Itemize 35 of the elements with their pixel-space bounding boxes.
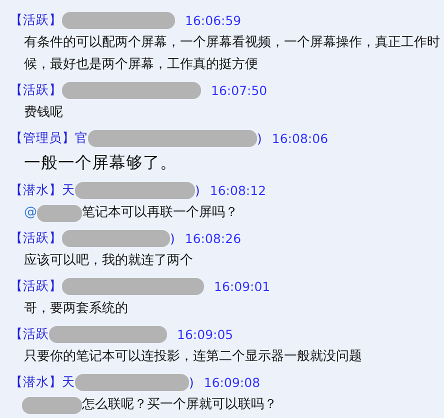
message-text: 费钱呢 [24, 104, 63, 122]
sender-name: 官 [75, 130, 88, 146]
message-text: 只要你的笔记本可以连投影，连第二个显示器一般就没问题 [24, 348, 362, 366]
message-text: 一般一个屏幕够了。 [24, 152, 177, 174]
message-time: 16:08:06 [272, 130, 328, 146]
name-suffix: ) [189, 374, 194, 390]
message-time: 16:09:05 [177, 326, 234, 342]
message-time: 16:08:26 [184, 230, 242, 246]
member-level-label: 【活跃】 [10, 12, 62, 28]
name-suffix: ) [170, 230, 175, 246]
message-time: 16:09:01 [214, 278, 270, 294]
message-time: 16:08:12 [210, 182, 266, 198]
message-text: 怎么联呢？买一个屏就可以联吗？ [82, 396, 277, 414]
member-level-label: 【活跃】 [10, 82, 62, 98]
member-level-label: 【管理员】 [10, 130, 75, 146]
message-time: 16:09:08 [204, 374, 260, 390]
message-time: 16:06:59 [185, 12, 242, 28]
sender-name: 天 [62, 182, 75, 198]
message-text: 哥，要两套系统的 [24, 300, 128, 318]
member-level-label: 【潜水】 [10, 182, 62, 198]
sender-name: 天 [62, 374, 75, 390]
mention-sign: @ [24, 204, 38, 222]
redacted-mention [37, 204, 82, 222]
name-suffix: ) [257, 130, 262, 146]
member-level-label: 【潜水】 [10, 374, 62, 390]
member-level-label: 【活跃】 [10, 278, 62, 294]
member-level-label: 【活跃 [10, 326, 49, 342]
message-time: 16:07:50 [211, 82, 268, 98]
message-text: 应该可以吧，我的就连了两个 [24, 252, 193, 270]
redacted-text [22, 396, 82, 414]
message-text: 笔记本可以再联一个屏吗？ [82, 204, 238, 222]
name-suffix: ) [195, 182, 200, 198]
message-text: 候，最好也是两个屏幕，工作真的挺方便 [24, 56, 258, 74]
member-level-label: 【活跃】 [10, 230, 62, 246]
message-text: 有条件的可以配两个屏幕，一个屏幕看视频，一个屏幕操作，真正工作时 [24, 34, 440, 52]
